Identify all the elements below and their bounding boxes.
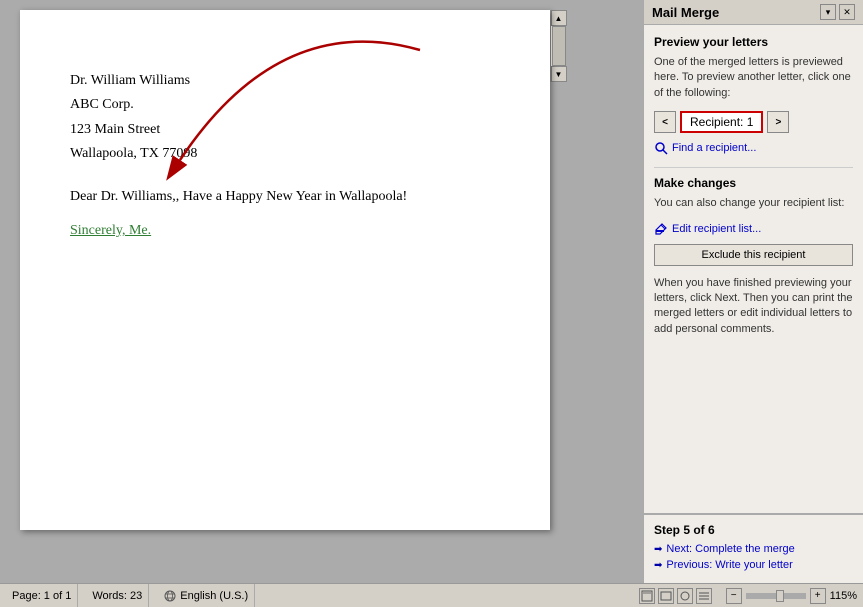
panel-content: Preview your letters One of the merged l… [644,25,863,513]
statusbar: Page: 1 of 1 Words: 23 English (U.S.) − [0,583,863,607]
recipient-nav: < Recipient: 1 > [654,111,853,133]
address-line3: 123 Main Street [70,119,500,141]
panel-footer: Step 5 of 6 ➡ Next: Complete the merge ➡… [644,513,863,583]
letter-address: Dr. William Williams ABC Corp. 123 Main … [70,70,500,166]
language-label: English (U.S.) [180,590,248,602]
scroll-up-btn[interactable]: ▲ [551,10,567,26]
doc-scrollbar[interactable]: ▲ ▼ [550,10,566,82]
address-line4: Wallapoola, TX 77098 [70,143,500,165]
scroll-track[interactable] [551,26,566,66]
zoom-level: 115% [830,590,857,602]
preview-description: One of the merged letters is previewed h… [654,55,853,101]
exclude-recipient-btn[interactable]: Exclude this recipient [654,244,853,266]
panel-title: Mail Merge [652,5,719,20]
panel-pin-btn[interactable]: ▾ [820,4,836,20]
find-link-label: Find a recipient... [672,142,756,154]
prev-link-label: Previous: Write your letter [666,559,792,571]
document-page: Dr. William Williams ABC Corp. 123 Main … [20,10,550,530]
language-info: English (U.S.) [157,584,255,607]
address-line1: Dr. William Williams [70,70,500,92]
finish-description: When you have finished previewing your l… [654,276,853,338]
step-label: Step 5 of 6 [654,523,853,537]
panel-controls: ▾ ✕ [820,4,855,20]
edit-icon [654,222,668,236]
web-view-btn[interactable] [677,588,693,604]
edit-recipient-link[interactable]: Edit recipient list... [654,222,853,236]
zoom-in-btn[interactable]: + [810,588,826,604]
edit-link-label: Edit recipient list... [672,223,761,235]
address-line2: ABC Corp. [70,94,500,116]
preview-heading: Preview your letters [654,35,853,49]
zoom-slider[interactable] [746,593,806,599]
next-recipient-btn[interactable]: > [767,111,789,133]
document-area: Dr. William Williams ABC Corp. 123 Main … [0,0,643,583]
page-info: Page: 1 of 1 [6,584,78,607]
mail-merge-panel: Mail Merge ▾ ✕ Preview your letters One … [643,0,863,583]
language-icon [163,589,177,603]
changes-description: You can also change your recipient list: [654,196,853,211]
scroll-down-btn[interactable]: ▼ [551,66,567,82]
next-arrow-icon: ➡ [654,544,662,555]
prev-recipient-btn[interactable]: < [654,111,676,133]
view-buttons [633,584,718,607]
prev-arrow-icon: ➡ [654,560,662,571]
zoom-out-btn[interactable]: − [726,588,742,604]
prev-step-link[interactable]: ➡ Previous: Write your letter [654,559,853,571]
panel-close-btn[interactable]: ✕ [839,4,855,20]
zoom-thumb [776,590,784,602]
find-icon [654,141,668,155]
letter-body: Dear Dr. Williams,, Have a Happy New Yea… [70,186,500,243]
recipient-display: Recipient: 1 [680,111,763,133]
changes-heading: Make changes [654,176,853,190]
letter-greeting: Dear Dr. Williams,, Have a Happy New Yea… [70,186,500,208]
section-divider [654,167,853,168]
outline-btn[interactable] [696,588,712,604]
word-count: Words: 23 [86,584,149,607]
next-link-label: Next: Complete the merge [666,543,794,555]
letter-signature: Sincerely, Me. [70,220,500,242]
find-recipient-link[interactable]: Find a recipient... [654,141,853,155]
panel-header: Mail Merge ▾ ✕ [644,0,863,25]
next-step-link[interactable]: ➡ Next: Complete the merge [654,543,853,555]
scroll-thumb[interactable] [552,26,566,66]
print-view-btn[interactable] [639,588,655,604]
full-screen-btn[interactable] [658,588,674,604]
zoom-area: − + 115% [726,588,857,604]
